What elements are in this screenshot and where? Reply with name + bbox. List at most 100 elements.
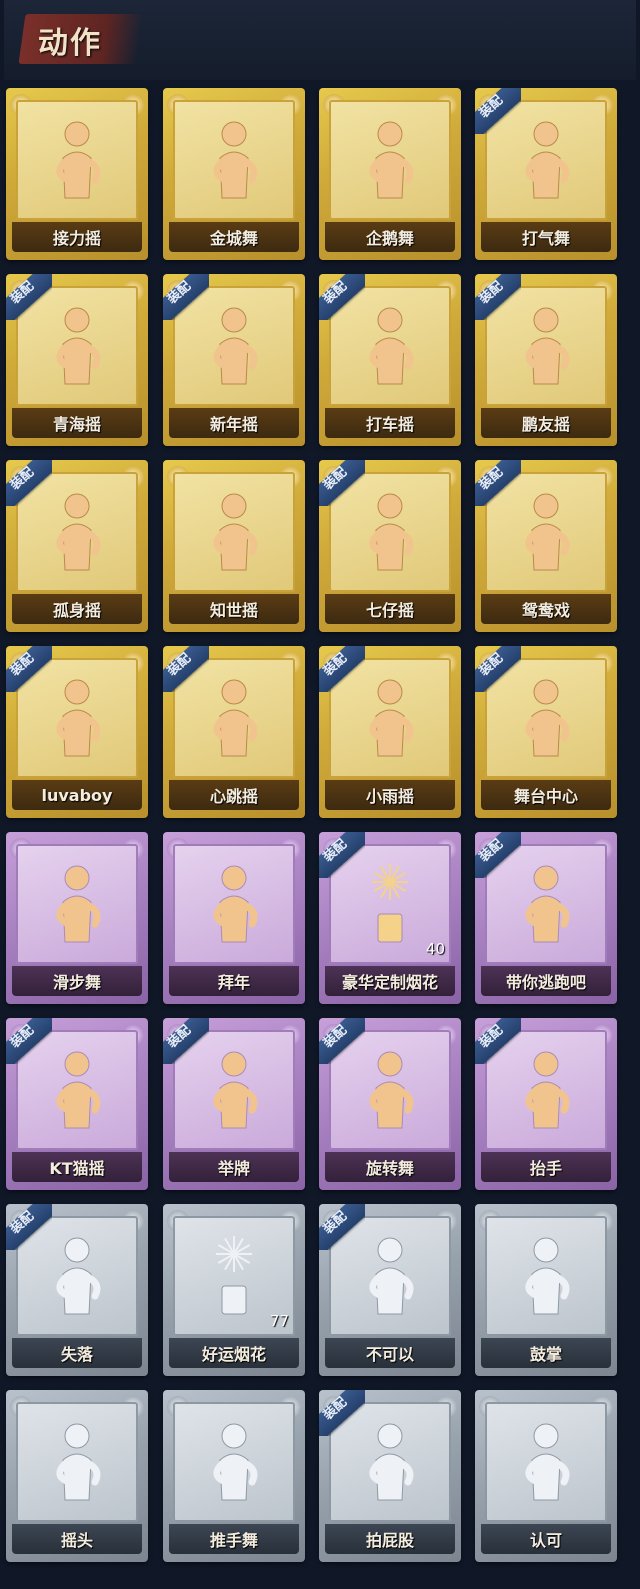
action-card[interactable]: 接力摇 (6, 88, 148, 260)
action-card[interactable]: 装配抬手 (475, 1018, 617, 1190)
action-name: 打气舞 (521, 229, 570, 248)
action-name: 滑步舞 (52, 973, 101, 992)
equipped-badge: 装配 (6, 1204, 52, 1250)
action-name: 孤身摇 (52, 601, 101, 620)
action-card[interactable]: 装配 心跳摇 (163, 646, 305, 818)
card-label-bar: 舞台中心 (481, 780, 611, 810)
action-card[interactable]: 拜年 (163, 832, 305, 1004)
thumbs-up-icon (508, 1418, 584, 1508)
action-card[interactable]: 知世摇 (163, 460, 305, 632)
action-name: 摇头 (60, 1531, 93, 1550)
action-card[interactable]: 装配小雨摇 (319, 646, 461, 818)
card-label-bar: 拍屁股 (325, 1524, 455, 1554)
equipped-badge: 装配 (475, 88, 521, 134)
action-name: 带你逃跑吧 (505, 973, 586, 992)
item-count: 77 (269, 1312, 289, 1330)
action-card[interactable]: 装配举牌 (163, 1018, 305, 1190)
card-label-bar: 青海摇 (12, 408, 142, 438)
action-card[interactable]: 装配 luvaboy (6, 646, 148, 818)
action-card[interactable]: 企鹅舞 (319, 88, 461, 260)
action-name: 心跳摇 (209, 787, 258, 806)
action-name: 旋转舞 (365, 1159, 414, 1178)
action-card[interactable]: 认可 (475, 1390, 617, 1562)
action-card[interactable]: 装配青海摇 (6, 274, 148, 446)
action-name: KT猫摇 (49, 1159, 105, 1178)
card-label-bar: 鹏友摇 (481, 408, 611, 438)
equipped-badge: 装配 (475, 1018, 521, 1064)
action-card[interactable]: 装配孤身摇 (6, 460, 148, 632)
action-name: 失落 (60, 1345, 93, 1364)
card-label-bar: 孤身摇 (12, 594, 142, 624)
action-name: 青海摇 (52, 415, 101, 434)
card-label-bar: 打气舞 (481, 222, 611, 252)
action-card[interactable]: 金城舞 (163, 88, 305, 260)
action-card[interactable]: 装配拍屁股 (319, 1390, 461, 1562)
action-name: 好运烟花 (201, 1345, 266, 1364)
clapping-hands-icon (508, 1232, 584, 1322)
action-name: 拍屁股 (365, 1531, 414, 1550)
action-name: 金城舞 (209, 229, 258, 248)
item-count: 40 (425, 940, 445, 958)
action-card[interactable]: 装配 新年摇 (163, 274, 305, 446)
action-card[interactable]: 装配 KT猫摇 (6, 1018, 148, 1190)
action-card[interactable]: 摇头 (6, 1390, 148, 1562)
card-label-bar: 鸳鸯戏 (481, 594, 611, 624)
pushing-figure-icon (196, 1418, 272, 1508)
card-label-bar: 滑步舞 (12, 966, 142, 996)
equipped-badge: 装配 (6, 274, 52, 320)
action-card[interactable]: 装配打气舞 (475, 88, 617, 260)
equipped-badge: 装配 (6, 646, 52, 692)
equipped-badge: 装配 (475, 646, 521, 692)
equipped-badge: 装配 (319, 1390, 365, 1436)
action-name: 新年摇 (209, 415, 258, 434)
action-card[interactable]: 40 装配 豪华定制烟花 (319, 832, 461, 1004)
action-card[interactable]: 装配鹏友摇 (475, 274, 617, 446)
action-name: 知世摇 (209, 601, 258, 620)
action-name: 抬手 (529, 1159, 562, 1178)
action-card[interactable]: 装配失落 (6, 1204, 148, 1376)
action-name: 舞台中心 (513, 787, 578, 806)
action-card[interactable]: 推手舞 (163, 1390, 305, 1562)
card-label-bar: 金城舞 (169, 222, 299, 252)
card-label-bar: 抬手 (481, 1152, 611, 1182)
action-card[interactable]: 装配舞台中心 (475, 646, 617, 818)
card-label-bar: 失落 (12, 1338, 142, 1368)
card-label-bar: 认可 (481, 1524, 611, 1554)
card-label-bar: 好运烟花 (169, 1338, 299, 1368)
action-name: 企鹅舞 (365, 229, 414, 248)
action-card[interactable]: 鼓掌 (475, 1204, 617, 1376)
firecracker-icon (196, 1232, 272, 1322)
card-label-bar: 带你逃跑吧 (481, 966, 611, 996)
action-card[interactable]: 装配 旋转舞 (319, 1018, 461, 1190)
action-name: 拜年 (217, 973, 250, 992)
card-label-bar: 新年摇 (169, 408, 299, 438)
action-card[interactable]: 装配 打车摇 (319, 274, 461, 446)
action-card[interactable]: 装配 带你逃跑吧 (475, 832, 617, 1004)
card-label-bar: 不可以 (325, 1338, 455, 1368)
card-label-bar: 七仔摇 (325, 594, 455, 624)
action-card[interactable]: 装配 不可以 (319, 1204, 461, 1376)
equipped-badge: 装配 (163, 1018, 209, 1064)
dancer-figure-icon (39, 860, 115, 950)
card-label-bar: 推手舞 (169, 1524, 299, 1554)
action-card[interactable]: 装配 鸳鸯戏 (475, 460, 617, 632)
headshake-figure-icon (39, 1418, 115, 1508)
equipped-badge: 装配 (475, 274, 521, 320)
card-label-bar: 摇头 (12, 1524, 142, 1554)
action-card[interactable]: 滑步舞 (6, 832, 148, 1004)
card-label-bar: 打车摇 (325, 408, 455, 438)
action-name: 小雨摇 (365, 787, 414, 806)
dancer-figure-icon (196, 116, 272, 206)
action-card[interactable]: 装配七仔摇 (319, 460, 461, 632)
dancer-figure-icon (196, 488, 272, 578)
equipped-badge: 装配 (6, 460, 52, 506)
card-label-bar: 旋转舞 (325, 1152, 455, 1182)
action-card[interactable]: 77 好运烟花 (163, 1204, 305, 1376)
equipped-badge: 装配 (319, 460, 365, 506)
greeting-figure-icon (196, 860, 272, 950)
action-name: 举牌 (217, 1159, 250, 1178)
action-name: 不可以 (365, 1345, 414, 1364)
equipped-badge: 装配 (319, 646, 365, 692)
action-name: 豪华定制烟花 (341, 973, 438, 992)
card-label-bar: 小雨摇 (325, 780, 455, 810)
